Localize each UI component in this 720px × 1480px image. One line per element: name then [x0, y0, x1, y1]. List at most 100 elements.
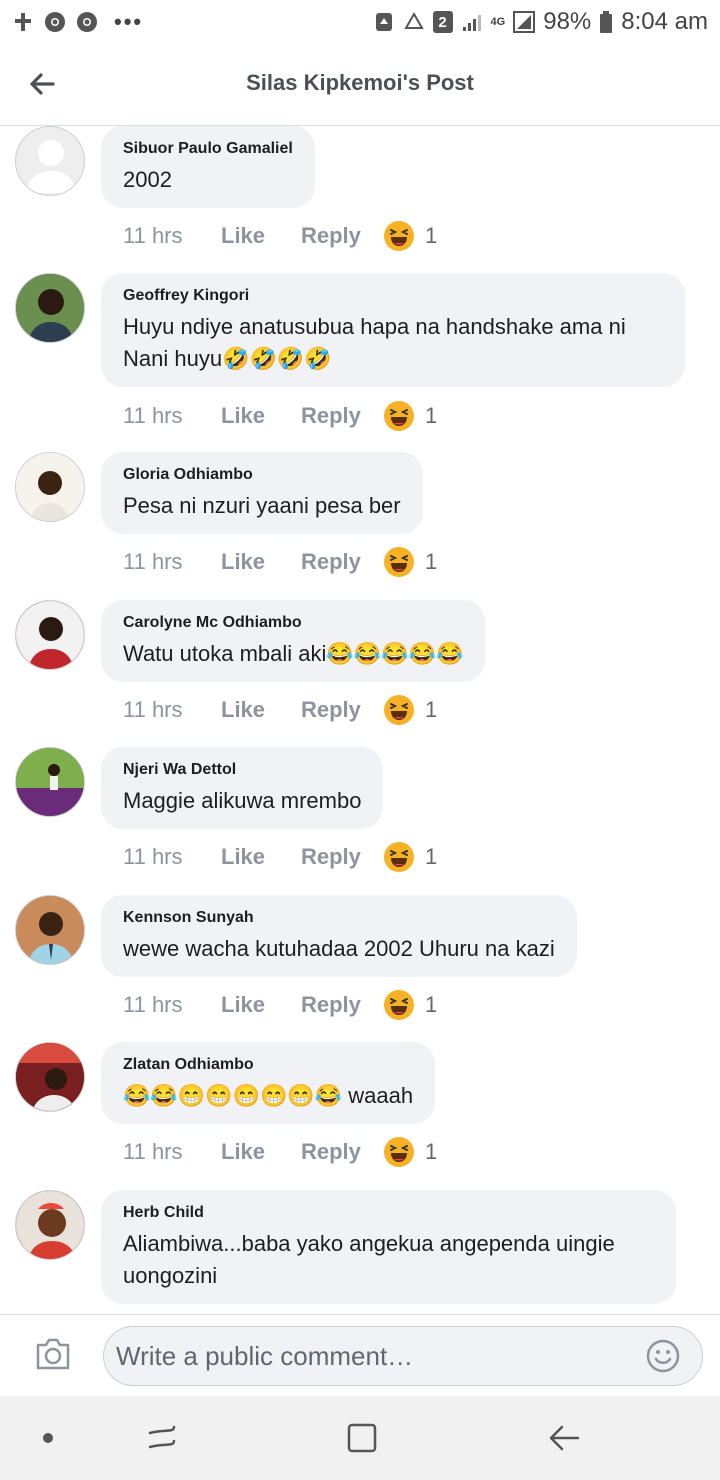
comment-author[interactable]: Zlatan Odhiambo	[123, 1056, 413, 1074]
comment-author[interactable]: Sibuor Paulo Gamaliel	[123, 140, 293, 158]
reply-button[interactable]: Reply	[301, 223, 383, 249]
comment-text: 😂😂😁😁😁😁😁😂 waaah	[123, 1083, 414, 1108]
comment-bubble[interactable]: Sibuor Paulo Gamaliel 2002	[101, 126, 315, 208]
comment-actions: 11 hrs Like Reply 1	[123, 839, 437, 875]
avatar[interactable]	[15, 895, 85, 965]
camera-button[interactable]	[34, 1337, 72, 1373]
avatar[interactable]	[15, 1190, 85, 1260]
comment-actions: 11 hrs Like Reply 1	[123, 398, 437, 434]
comment-composer	[0, 1314, 720, 1396]
profile-photo-icon	[16, 274, 84, 342]
emoji-icon	[646, 1339, 680, 1373]
haha-reaction-icon	[384, 221, 414, 251]
comment-actions: 11 hrs Like Reply 1	[123, 987, 437, 1023]
recent-apps-icon	[148, 1425, 176, 1449]
comment-time[interactable]: 11 hrs	[123, 1139, 221, 1165]
avatar[interactable]	[15, 747, 85, 817]
clock: 8:04 am	[621, 8, 708, 35]
comment-time[interactable]: 11 hrs	[123, 223, 221, 249]
like-button[interactable]: Like	[221, 697, 301, 723]
network-type: 4G	[490, 16, 506, 28]
like-button[interactable]: Like	[221, 1139, 301, 1165]
comment-bubble[interactable]: Njeri Wa Dettol Maggie alikuwa mrembo	[101, 747, 384, 829]
comment-author[interactable]: Geoffrey Kingori	[123, 287, 663, 305]
home-button[interactable]	[342, 1420, 382, 1456]
comment-text: Watu utoka mbali aki😂😂😂😂😂	[123, 641, 464, 666]
comment-time[interactable]: 11 hrs	[123, 844, 221, 870]
recycle-icon	[375, 13, 392, 31]
reaction-summary[interactable]: 1	[383, 220, 437, 252]
reaction-count: 1	[425, 403, 438, 428]
home-icon	[347, 1423, 377, 1453]
like-button[interactable]: Like	[221, 223, 301, 249]
comment-actions: 11 hrs Like Reply 1	[123, 1134, 437, 1170]
comment-time[interactable]: 11 hrs	[123, 992, 221, 1018]
reply-button[interactable]: Reply	[301, 403, 383, 429]
comment-author[interactable]: Herb Child	[123, 1204, 654, 1222]
comment-text: Aliambiwa...baba yako angekua angependa …	[123, 1231, 615, 1288]
reaction-count: 1	[425, 1139, 438, 1164]
reply-button[interactable]: Reply	[301, 992, 383, 1018]
like-button[interactable]: Like	[221, 844, 301, 870]
chrome-icon	[77, 12, 97, 32]
signal-icon	[462, 15, 481, 31]
profile-photo-icon	[16, 1043, 84, 1111]
comment-author[interactable]: Njeri Wa Dettol	[123, 761, 361, 779]
reply-button[interactable]: Reply	[301, 549, 383, 575]
battery-icon	[600, 11, 613, 33]
comment-bubble[interactable]: Herb Child Aliambiwa...baba yako angekua…	[101, 1190, 676, 1304]
reaction-summary[interactable]: 1	[383, 400, 437, 432]
like-button[interactable]: Like	[221, 992, 301, 1018]
battery-percent: 98%	[543, 8, 592, 35]
comment-input[interactable]	[103, 1326, 703, 1386]
reply-button[interactable]: Reply	[301, 844, 383, 870]
comment-bubble[interactable]: Geoffrey Kingori Huyu ndiye anatusubua h…	[101, 273, 685, 387]
comment-actions: 11 hrs Like Reply 1	[123, 692, 437, 728]
back-nav-button[interactable]	[544, 1420, 584, 1456]
avatar[interactable]	[15, 452, 85, 522]
profile-photo-icon	[16, 896, 84, 964]
comment-bubble[interactable]: Carolyne Mc Odhiambo Watu utoka mbali ak…	[101, 600, 486, 682]
reaction-summary[interactable]: 1	[383, 1136, 437, 1168]
comment-text: wewe wacha kutuhadaa 2002 Uhuru na kazi	[123, 936, 555, 961]
comment-text: Pesa ni nzuri yaani pesa ber	[123, 493, 401, 518]
comment-bubble[interactable]: Kennson Sunyah wewe wacha kutuhadaa 2002…	[101, 895, 577, 977]
comment-time[interactable]: 11 hrs	[123, 697, 221, 723]
avatar[interactable]	[15, 600, 85, 670]
reaction-count: 1	[425, 697, 438, 722]
profile-photo-icon	[16, 601, 84, 669]
nav-dot-button[interactable]	[28, 1420, 68, 1456]
like-button[interactable]: Like	[221, 549, 301, 575]
comment-time[interactable]: 11 hrs	[123, 403, 221, 429]
comment-text: 2002	[123, 167, 172, 192]
reaction-summary[interactable]: 1	[383, 546, 437, 578]
more-dots-icon: •••	[114, 9, 144, 34]
reply-button[interactable]: Reply	[301, 1139, 383, 1165]
camera-icon	[36, 1338, 70, 1370]
reaction-summary[interactable]: 1	[383, 989, 437, 1021]
like-button[interactable]: Like	[221, 403, 301, 429]
comment-bubble[interactable]: Gloria Odhiambo Pesa ni nzuri yaani pesa…	[101, 452, 423, 534]
reaction-count: 1	[425, 549, 438, 574]
default-avatar-icon	[26, 140, 76, 193]
comment-author[interactable]: Carolyne Mc Odhiambo	[123, 614, 463, 632]
comment-author[interactable]: Kennson Sunyah	[123, 909, 555, 927]
avatar[interactable]	[15, 1042, 85, 1112]
reply-button[interactable]: Reply	[301, 697, 383, 723]
comment-actions: 11 hrs Like Reply 1	[123, 218, 437, 254]
avatar[interactable]	[15, 273, 85, 343]
haha-reaction-icon	[384, 1137, 414, 1167]
profile-photo-icon	[16, 453, 84, 521]
app-bar: Silas Kipkemoi's Post	[0, 44, 720, 126]
recycle-outline-icon	[403, 11, 424, 29]
recent-apps-button[interactable]	[142, 1420, 182, 1456]
avatar[interactable]	[15, 126, 85, 196]
comment-author[interactable]: Gloria Odhiambo	[123, 466, 401, 484]
reaction-summary[interactable]: 1	[383, 841, 437, 873]
comment-time[interactable]: 11 hrs	[123, 549, 221, 575]
chrome-icon	[45, 12, 65, 32]
reaction-count: 1	[425, 223, 438, 248]
emoji-button[interactable]	[646, 1339, 680, 1373]
reaction-summary[interactable]: 1	[383, 694, 437, 726]
comment-bubble[interactable]: Zlatan Odhiambo 😂😂😁😁😁😁😁😂 waaah	[101, 1042, 436, 1124]
